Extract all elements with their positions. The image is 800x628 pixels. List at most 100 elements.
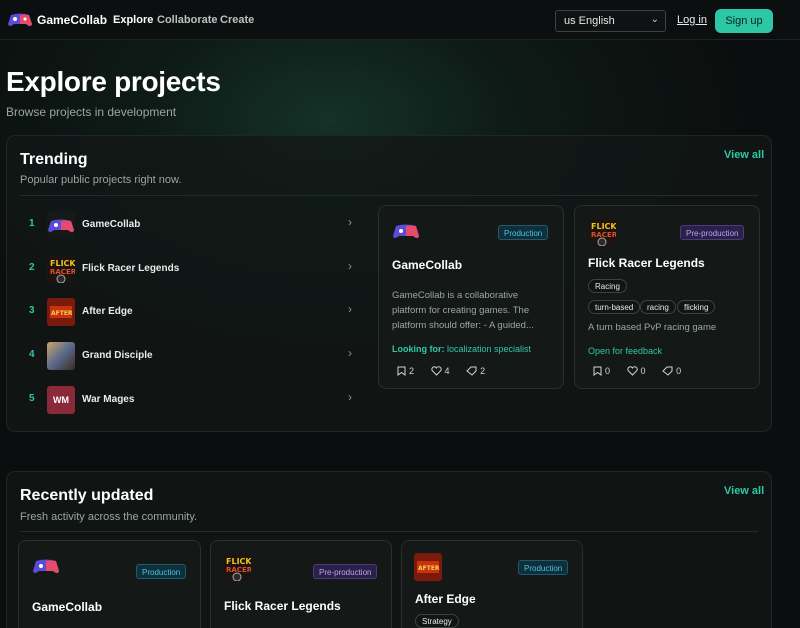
chevron-right-icon: › <box>348 215 352 229</box>
divider <box>20 531 758 532</box>
card-stats: 0 0 0 <box>593 366 695 376</box>
grand-disciple-thumbnail <box>47 342 75 370</box>
genre-tag[interactable]: Racing <box>588 279 627 293</box>
tag-chip[interactable]: turn-based <box>588 300 641 314</box>
looking-for-value: localization specialist <box>447 344 532 354</box>
heart-icon <box>430 366 442 376</box>
project-card[interactable]: AFTER Production After Edge Strategy <box>401 540 583 628</box>
saves-stat[interactable]: 2 <box>397 366 414 376</box>
chevron-down-icon: ⌄ <box>650 14 659 25</box>
looking-for: Looking for: localization specialist <box>392 344 531 354</box>
brand-name[interactable]: GameCollab <box>37 13 107 27</box>
rank-number: 3 <box>29 305 35 316</box>
rank-number: 5 <box>29 393 35 404</box>
looking-for-label: Looking for: <box>392 344 445 354</box>
language-select[interactable]: us English ⌄ <box>555 10 666 32</box>
card-title: After Edge <box>415 592 476 606</box>
likes-stat[interactable]: 0 <box>626 366 646 376</box>
tag-chip[interactable]: racing <box>640 300 676 314</box>
trending-list-item[interactable]: 3 AFTER After Edge › <box>21 297 366 327</box>
heart-icon <box>626 366 638 376</box>
project-name: Grand Disciple <box>82 350 153 361</box>
stage-badge: Production <box>136 564 187 579</box>
nav-explore[interactable]: Explore <box>113 14 153 26</box>
after-edge-thumbnail: AFTER <box>47 298 75 326</box>
project-card[interactable]: Production GameCollab <box>18 540 201 628</box>
nav-collaborate[interactable]: Collaborate <box>157 14 218 26</box>
tag-icon <box>662 366 673 376</box>
flick-racer-thumbnail: FLICK RACER <box>47 255 75 283</box>
recent-subtitle: Fresh activity across the community. <box>20 511 198 523</box>
flick-racer-thumbnail: FLICK RACER <box>588 218 616 246</box>
card-title: Flick Racer Legends <box>224 599 341 613</box>
bookmark-icon <box>593 366 602 376</box>
chevron-right-icon: › <box>348 390 352 404</box>
gamecollab-logo-icon <box>47 211 75 239</box>
flick-racer-thumbnail: FLICK RACER <box>223 553 251 581</box>
trending-subtitle: Popular public projects right now. <box>20 174 182 186</box>
rank-number: 1 <box>29 218 35 229</box>
trending-view-all-link[interactable]: View all <box>724 149 764 161</box>
stage-badge: Pre-production <box>680 225 745 240</box>
trending-title: Trending <box>20 151 88 168</box>
gamecollab-logo-icon[interactable] <box>7 12 33 28</box>
chevron-right-icon: › <box>348 346 352 360</box>
recent-view-all-link[interactable]: View all <box>724 485 764 497</box>
top-nav: GameCollab Explore Collaborate Create us… <box>0 0 800 40</box>
tags-count: 2 <box>480 366 486 376</box>
project-card[interactable]: FLICK RACER Pre-production Flick Racer Le… <box>574 205 760 389</box>
stage-badge: Pre-production <box>313 564 378 579</box>
project-name: Flick Racer Legends <box>82 263 180 274</box>
chevron-right-icon: › <box>348 259 352 273</box>
project-name: War Mages <box>82 394 135 405</box>
trending-list-item[interactable]: 4 Grand Disciple › <box>21 341 366 371</box>
nav-create[interactable]: Create <box>220 14 254 26</box>
saves-stat[interactable]: 0 <box>593 366 610 376</box>
trending-list-item[interactable]: 5 WM War Mages › <box>21 385 366 415</box>
signup-button[interactable]: Sign up <box>715 9 773 33</box>
card-title: GameCollab <box>32 600 103 614</box>
tag-chip[interactable]: flicking <box>677 300 716 314</box>
bookmark-icon <box>397 366 406 376</box>
tags-stat[interactable]: 2 <box>466 366 485 376</box>
page-title: Explore projects <box>6 66 221 97</box>
card-description: A turn based PvP racing game <box>588 322 717 333</box>
saves-count: 2 <box>409 366 415 376</box>
after-edge-thumbnail: AFTER <box>414 553 442 581</box>
gamecollab-logo-icon <box>32 558 60 581</box>
divider <box>20 195 758 196</box>
svg-text:FLICK: FLICK <box>591 222 616 231</box>
gamecollab-logo-icon <box>392 223 420 246</box>
trending-list-item[interactable]: 1 GameCollab › <box>21 210 366 240</box>
svg-text:FLICK: FLICK <box>50 259 75 268</box>
rank-number: 4 <box>29 349 35 360</box>
card-stats: 2 4 2 <box>397 366 499 376</box>
recent-title: Recently updated <box>20 487 154 504</box>
stage-badge: Production <box>498 225 549 240</box>
page-subtitle: Browse projects in development <box>6 105 177 119</box>
project-name: After Edge <box>82 306 133 317</box>
project-card[interactable]: FLICK RACER Pre-production Flick Racer Le… <box>210 540 392 628</box>
war-mages-thumbnail: WM <box>47 386 75 414</box>
card-title: Flick Racer Legends <box>588 256 705 270</box>
svg-text:AFTER: AFTER <box>418 565 440 572</box>
rank-number: 2 <box>29 262 35 273</box>
project-card[interactable]: Production GameCollab GameCollab is a co… <box>378 205 564 389</box>
likes-count: 4 <box>444 366 450 376</box>
likes-count: 0 <box>640 366 646 376</box>
tags-count: 0 <box>676 366 682 376</box>
login-link[interactable]: Log in <box>677 14 707 26</box>
card-title: GameCollab <box>392 258 463 272</box>
stage-badge: Production <box>518 560 569 575</box>
svg-text:FLICK: FLICK <box>226 557 251 566</box>
tags-stat[interactable]: 0 <box>662 366 681 376</box>
saves-count: 0 <box>605 366 611 376</box>
trending-list-item[interactable]: 2 FLICK RACER Flick Racer Legends › <box>21 254 366 284</box>
card-description: GameCollab is a collaborative platform f… <box>392 290 534 331</box>
project-name: GameCollab <box>82 219 141 230</box>
tag-icon <box>466 366 477 376</box>
card-status: Open for feedback <box>588 346 663 356</box>
likes-stat[interactable]: 4 <box>430 366 450 376</box>
genre-tag[interactable]: Strategy <box>415 614 459 628</box>
svg-text:AFTER: AFTER <box>51 310 73 317</box>
